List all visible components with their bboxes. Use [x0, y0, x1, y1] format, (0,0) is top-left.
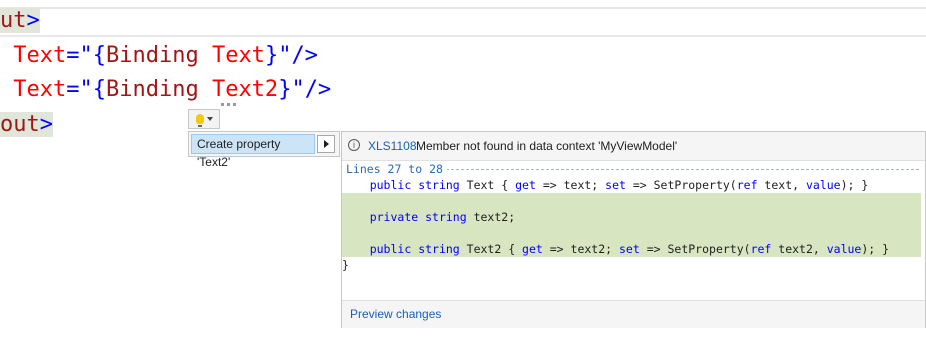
preview-pane: i XLS1108 Member not found in data conte… — [341, 131, 926, 328]
kw: private — [369, 210, 419, 224]
kw: string — [425, 210, 467, 224]
submenu-expand-button[interactable] — [317, 135, 335, 153]
preview-line: public string Text { get => text; set =>… — [369, 178, 869, 192]
kw: string — [418, 178, 460, 192]
code-line-1[interactable]: ut> — [0, 6, 40, 36]
preview-line-added — [342, 225, 921, 241]
xml-tag-name: ut — [0, 8, 27, 33]
preview-line-added — [342, 193, 921, 209]
preview-line: } — [342, 258, 349, 272]
code-line-4[interactable]: out> — [0, 110, 53, 140]
xml-punct: = — [66, 43, 80, 68]
binding-path: Text — [198, 43, 265, 68]
preview-footer: Preview changes — [342, 300, 925, 328]
kw: ref — [736, 178, 758, 192]
kw: get — [515, 178, 536, 192]
quick-actions-menu: Create property 'Text2' — [188, 131, 340, 169]
xml-quote: " — [278, 43, 292, 68]
kw: set — [619, 242, 640, 256]
binding-path-error: Text2 — [198, 77, 279, 102]
xml-brace: } — [278, 77, 292, 102]
lines-label: Lines 27 to 28 — [346, 161, 447, 177]
chevron-down-icon — [206, 117, 213, 121]
xml-punct: > — [26, 8, 40, 33]
xml-quote: " — [291, 77, 305, 102]
code-line-2[interactable]: Text="{Binding Text}"/> — [0, 41, 318, 71]
preview-line-added: public string Text2 { get => text2; set … — [342, 241, 921, 257]
binding-keyword: Binding — [105, 43, 199, 68]
kw: public — [369, 178, 412, 192]
xml-punct: = — [66, 77, 80, 102]
xml-punct: > — [39, 112, 53, 137]
lightbulb-icon — [195, 114, 204, 127]
xml-tag-name: out — [0, 112, 40, 137]
preview-code: Lines 27 to 28 public string Text { get … — [342, 161, 925, 300]
error-code-link[interactable]: XLS1108 — [368, 132, 417, 160]
kw: ref — [750, 242, 772, 256]
error-message: Member not found in data context 'MyView… — [416, 139, 678, 153]
preview-changes-link[interactable]: Preview changes — [350, 307, 441, 321]
xml-quote: " — [79, 77, 93, 102]
preview-line-added: private string text2; — [342, 209, 921, 225]
error-indicator-dots — [221, 103, 241, 107]
preview-header: i XLS1108 Member not found in data conte… — [342, 132, 925, 161]
lightbulb-button[interactable] — [188, 109, 220, 129]
kw: set — [605, 178, 626, 192]
xml-quote: " — [79, 43, 93, 68]
code-line-3[interactable]: Text="{Binding Text2}"/> — [0, 75, 331, 105]
kw: get — [522, 242, 543, 256]
xml-brace: { — [92, 77, 106, 102]
kw: public — [369, 242, 412, 256]
kw: value — [805, 178, 841, 192]
xml-brace: { — [92, 43, 106, 68]
binding-keyword: Binding — [105, 77, 199, 102]
menu-item-create-property[interactable]: Create property 'Text2' — [191, 134, 315, 169]
info-icon: i — [348, 139, 360, 151]
xml-punct: /> — [291, 43, 318, 68]
kw: value — [826, 242, 862, 256]
chevron-right-icon — [323, 140, 329, 148]
xml-attr: Text — [13, 43, 67, 68]
kw: string — [418, 242, 460, 256]
xml-brace: } — [264, 43, 279, 68]
xml-punct: /> — [304, 77, 332, 102]
xml-attr: Text — [13, 77, 67, 102]
current-line-highlight — [0, 9, 926, 37]
editor-top-strip — [0, 0, 926, 7]
